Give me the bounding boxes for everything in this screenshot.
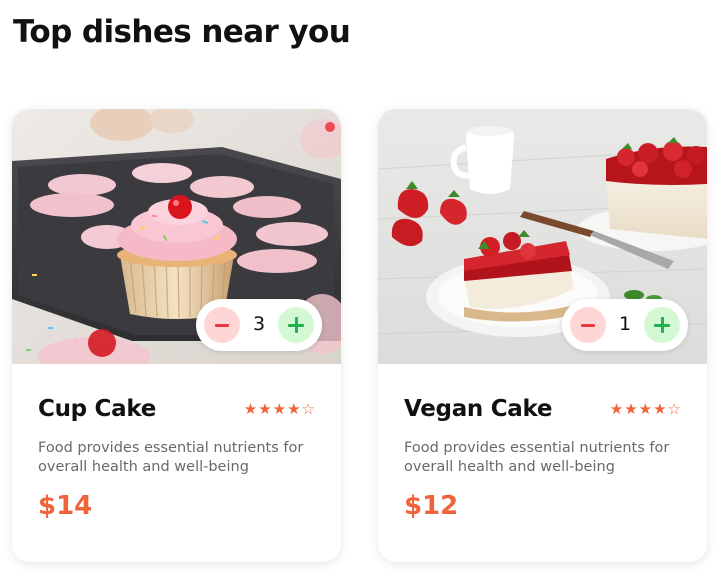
dish-card-cup-cake[interactable]: 3 Cup Cake ★ ★ ★ ★ ☆ Food provides essen… bbox=[12, 109, 341, 562]
page: Top dishes near you 3 Cup Cake ★ ★ ★ ★ ☆… bbox=[0, 0, 720, 587]
quantity-stepper: 3 bbox=[196, 299, 322, 351]
star-filled-icon: ★ bbox=[638, 400, 653, 418]
star-empty-icon: ☆ bbox=[301, 400, 315, 418]
dish-price: $12 bbox=[404, 491, 459, 521]
increase-quantity-button[interactable] bbox=[644, 307, 680, 343]
dish-card-vegan-cake[interactable]: 1 Vegan Cake ★ ★ ★ ★ ☆ Food provides ess… bbox=[378, 109, 707, 562]
star-filled-icon: ★ bbox=[624, 400, 638, 418]
star-filled-icon: ★ bbox=[287, 400, 301, 418]
star-filled-icon: ★ bbox=[258, 400, 272, 418]
section-title: Top dishes near you bbox=[13, 14, 351, 50]
dish-description: Food provides essential nutrients for ov… bbox=[404, 440, 670, 475]
star-filled-icon: ★ bbox=[243, 400, 258, 418]
star-empty-icon: ☆ bbox=[667, 400, 681, 418]
dish-description: Food provides essential nutrients for ov… bbox=[38, 440, 304, 475]
rating-stars: ★ ★ ★ ★ ☆ bbox=[244, 402, 315, 417]
star-filled-icon: ★ bbox=[653, 400, 667, 418]
increase-quantity-button[interactable] bbox=[278, 307, 314, 343]
quantity-stepper: 1 bbox=[562, 299, 688, 351]
dish-name: Cup Cake bbox=[38, 396, 157, 422]
dish-price: $14 bbox=[38, 491, 93, 521]
dish-name: Vegan Cake bbox=[404, 396, 553, 422]
rating-stars: ★ ★ ★ ★ ☆ bbox=[610, 402, 681, 417]
star-filled-icon: ★ bbox=[272, 400, 287, 418]
star-filled-icon: ★ bbox=[609, 400, 624, 418]
